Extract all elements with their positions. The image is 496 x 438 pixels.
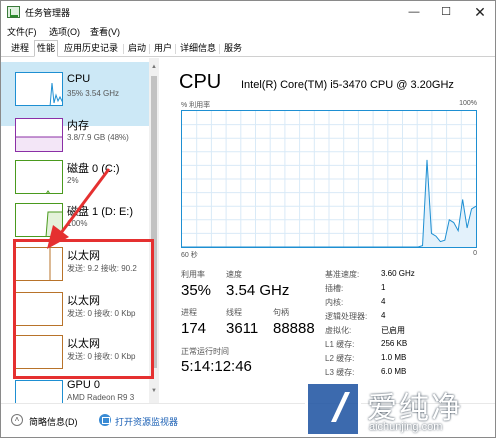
uptime-label: 正常运行时间: [181, 347, 229, 356]
logical-processors-key: 逻辑处理器:: [325, 312, 368, 321]
util-axis-max: 100%: [459, 100, 477, 107]
watermark: 爱纯净 aichunjing.com: [305, 381, 495, 437]
open-resource-monitor-link[interactable]: 打开资源监视器: [115, 415, 178, 428]
watermark-logo: [305, 381, 361, 437]
cpu-utilization-graph: [181, 110, 477, 248]
base-speed-value: 3.60 GHz: [381, 269, 415, 278]
l1-cache-value: 256 KB: [381, 339, 408, 348]
l3-cache-key: L3 缓存:: [325, 368, 355, 377]
thread-label: 线程: [226, 308, 242, 317]
sockets-key: 插槽:: [325, 284, 344, 293]
l1-cache-key: L1 缓存:: [325, 340, 355, 349]
time-axis-start: 60 秒: [181, 252, 198, 259]
resource-monitor-icon[interactable]: [99, 414, 111, 426]
l2-cache-value: 1.0 MB: [381, 353, 407, 362]
util-axis-label: % 利用率: [181, 102, 211, 109]
util-label: 利用率: [181, 270, 205, 279]
sockets-value: 1: [381, 283, 386, 292]
task-manager-window: 任务管理器 — ☐ ✕ 文件(F) 选项(O) 查看(V) 进程 性能 应用历史…: [0, 0, 496, 438]
virtualization-value: 已启用: [381, 326, 405, 335]
thread-value: 3611: [226, 320, 259, 337]
cpu-model: Intel(R) Core(TM) i5-3470 CPU @ 3.20GHz: [241, 79, 454, 91]
cpu-detail-panel: CPU Intel(R) Core(TM) i5-3470 CPU @ 3.20…: [159, 58, 495, 403]
l3-cache-value: 6.0 MB: [381, 367, 407, 376]
fewer-details-link[interactable]: 简略信息(D): [29, 415, 78, 428]
process-label: 进程: [181, 308, 197, 317]
base-speed-key: 基准速度:: [325, 270, 360, 279]
time-axis-end: 0: [473, 250, 477, 257]
process-value: 174: [181, 320, 207, 337]
util-value: 35%: [181, 282, 212, 299]
handle-label: 句柄: [273, 308, 289, 317]
l2-cache-key: L2 缓存:: [325, 354, 355, 363]
cpu-utilization-svg: [182, 111, 476, 247]
virtualization-key: 虚拟化:: [325, 326, 352, 335]
cores-key: 内核:: [325, 298, 344, 307]
speed-label: 速度: [226, 270, 242, 279]
speed-value: 3.54 GHz: [226, 282, 290, 299]
logical-processors-value: 4: [381, 311, 386, 320]
watermark-url: aichunjing.com: [369, 421, 443, 433]
detail-title: CPU: [179, 71, 222, 93]
cores-value: 4: [381, 297, 386, 306]
handle-value: 88888: [273, 320, 315, 337]
chevron-up-icon[interactable]: ˄: [11, 414, 23, 426]
uptime-value: 5:14:12:46: [181, 358, 252, 375]
